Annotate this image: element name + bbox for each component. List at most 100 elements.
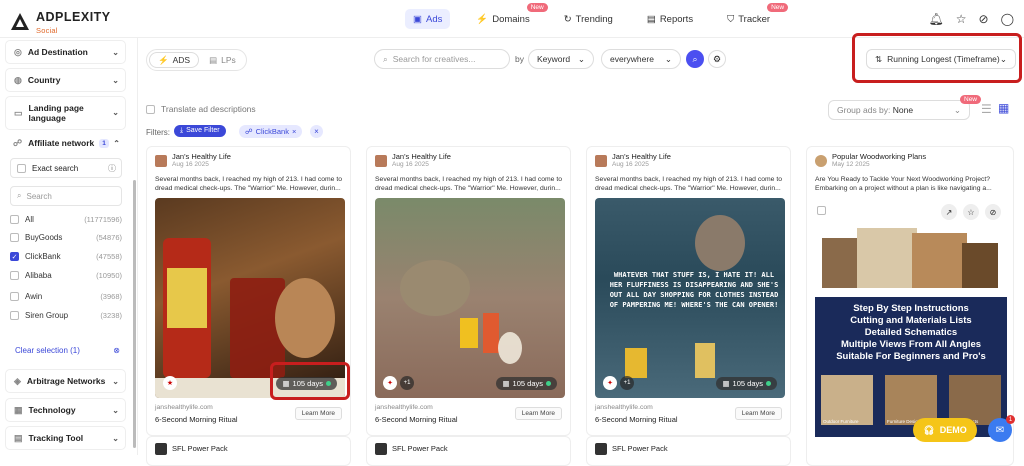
tracking-icon: ▤ bbox=[14, 432, 23, 443]
ad-url: janshealthylife.com bbox=[595, 404, 653, 411]
logo-icon bbox=[11, 12, 29, 30]
section-affiliate-network[interactable]: ☍ Affiliate network 1 ⌃ bbox=[5, 131, 126, 155]
tracker-icon: ⛉ bbox=[727, 13, 735, 25]
main-nav: ▣ Ads ⚡ Domains New ↻ Trending ▤ Reports ⛉ Tra… bbox=[405, 3, 796, 29]
save-icon: ⤓ bbox=[180, 127, 184, 134]
keyword-select[interactable]: Keyword ⌄ bbox=[528, 49, 594, 69]
section-ad-destination[interactable]: ◎ Ad Destination ⌄ bbox=[5, 40, 126, 64]
block-icon[interactable]: ⊘ bbox=[979, 12, 989, 26]
star-icon[interactable]: ☆ bbox=[956, 12, 967, 26]
globe-icon: ◍ bbox=[14, 74, 22, 85]
calendar-icon: ▦ bbox=[722, 379, 730, 388]
nav-domains[interactable]: ⚡ Domains New bbox=[468, 3, 548, 29]
nav-trending[interactable]: ↻ Trending bbox=[556, 9, 621, 29]
translate-toggle[interactable]: Translate ad descriptions bbox=[146, 104, 256, 114]
bell-icon[interactable]: 🔔︎ bbox=[929, 12, 944, 26]
network-option[interactable]: BuyGoods (54876) bbox=[10, 233, 122, 242]
calendar-icon: ▦ bbox=[502, 379, 510, 388]
network-option[interactable]: Awin (3968) bbox=[10, 292, 122, 301]
list-view-icon[interactable]: ☰ bbox=[981, 102, 992, 116]
ad-text: Several months back, I reached my high o… bbox=[375, 176, 563, 192]
domains-icon: ⚡ bbox=[476, 13, 489, 25]
more-countries-badge: +1 bbox=[400, 376, 414, 390]
network-option[interactable]: Alibaba (10950) bbox=[10, 271, 122, 280]
more-countries-badge: +1 bbox=[620, 376, 634, 390]
group-by-select[interactable]: Group ads by: None ⌄ bbox=[828, 100, 970, 120]
sort-highlight bbox=[852, 33, 1022, 83]
filters-label: Filters: bbox=[146, 128, 170, 137]
close-icon[interactable]: × bbox=[292, 127, 296, 136]
ad-text: Several months back, I reached my high o… bbox=[155, 176, 343, 192]
product-image bbox=[817, 223, 1003, 295]
page-icon: ▤ bbox=[209, 54, 218, 65]
nav-ads[interactable]: ▣ Ads bbox=[405, 9, 451, 29]
network-option[interactable]: ✓ ClickBank (47558) bbox=[10, 252, 122, 261]
share-icon[interactable]: ↗ bbox=[941, 204, 957, 220]
section-technology[interactable]: ▦ Technology ⌄ bbox=[5, 398, 126, 422]
new-badge: New bbox=[960, 95, 982, 104]
trending-icon: ↻ bbox=[563, 13, 572, 25]
section-language[interactable]: ▭ Landing page language ⌄ bbox=[5, 96, 126, 130]
learn-more-button[interactable]: Learn More bbox=[514, 407, 562, 420]
running-days-badge: ▦ 105 days bbox=[716, 377, 777, 390]
chat-button[interactable]: ✉ 1 bbox=[988, 415, 1015, 442]
user-icon[interactable]: ◯ bbox=[1001, 12, 1014, 26]
chevron-down-icon: ⌄ bbox=[112, 433, 119, 443]
check-icon: ✓ bbox=[10, 252, 19, 261]
section-tracking-tool[interactable]: ▤ Tracking Tool ⌄ bbox=[5, 426, 126, 450]
creative-search-input[interactable]: ⌕ Search for creatives... bbox=[374, 49, 510, 69]
save-filter-button[interactable]: ⤓ Save Filter bbox=[174, 125, 226, 137]
ad-card[interactable]: SFL Power Pack bbox=[586, 436, 791, 466]
filter-chip[interactable]: ☍ ClickBank × bbox=[239, 125, 303, 138]
sliders-icon: ⚙ bbox=[712, 53, 722, 64]
ad-image[interactable]: ✦ +1 ▦ 105 days bbox=[375, 198, 565, 398]
ad-card[interactable]: SFL Power Pack bbox=[366, 436, 571, 466]
learn-more-button[interactable]: Learn More bbox=[734, 407, 782, 420]
select-checkbox[interactable] bbox=[817, 202, 832, 220]
section-arbitrage[interactable]: ◈ Arbitrage Networks ⌄ bbox=[5, 369, 126, 393]
avatar bbox=[375, 154, 387, 167]
nav-tracker[interactable]: ⛉ Tracker New bbox=[719, 3, 789, 29]
chat-icon: ✉ bbox=[995, 424, 1005, 436]
search-icon: ⌕ bbox=[17, 191, 22, 200]
ad-card[interactable]: SFL Power Pack bbox=[146, 436, 351, 466]
clear-selection-link[interactable]: Clear selection (1) ⊗ bbox=[15, 346, 120, 355]
search-button[interactable]: ⌕ bbox=[686, 50, 704, 68]
ad-card[interactable]: Jan's Healthy Life Aug 16 2025 Several mo… bbox=[586, 146, 791, 436]
ad-image[interactable]: WHATEVER THAT STUFF IS, I HATE IT! ALL H… bbox=[595, 198, 785, 398]
demo-button[interactable]: 🎧︎ DEMO bbox=[913, 418, 977, 442]
ad-card[interactable]: Popular Woodworking Plans May 12 2025 Are… bbox=[806, 146, 1014, 466]
ads-icon: ▣ bbox=[413, 13, 422, 25]
chevron-down-icon: ⌄ bbox=[112, 47, 119, 57]
exact-search-toggle[interactable]: Exact search ⓘ bbox=[10, 158, 122, 178]
network-option[interactable]: All (11771596) bbox=[10, 215, 122, 224]
network-search-input[interactable]: ⌕ Search bbox=[10, 186, 122, 206]
network-option[interactable]: Siren Group (3238) bbox=[10, 311, 122, 320]
clear-filters-button[interactable]: × bbox=[310, 125, 323, 138]
tab-lps[interactable]: ▤ LPs bbox=[201, 52, 244, 68]
close-circle-icon: ⊗ bbox=[113, 346, 120, 355]
us-flag-icon: ★ bbox=[163, 376, 177, 390]
tab-ads[interactable]: ⚡ ADS bbox=[149, 52, 200, 68]
hide-icon[interactable]: ⊘ bbox=[985, 204, 1001, 220]
learn-more-button[interactable]: Learn More bbox=[294, 407, 342, 420]
info-icon: ⓘ bbox=[108, 163, 116, 173]
sidebar-scrollbar[interactable] bbox=[133, 180, 136, 448]
chevron-down-icon: ⌄ bbox=[112, 405, 119, 415]
meme-caption: WHATEVER THAT STUFF IS, I HATE IT! ALL H… bbox=[609, 271, 779, 309]
where-select[interactable]: everywhere ⌄ bbox=[601, 49, 681, 69]
brand-logo[interactable]: ADPLEXITY Social bbox=[10, 8, 111, 35]
star-icon[interactable]: ☆ bbox=[963, 204, 979, 220]
chevron-down-icon: ⌄ bbox=[953, 104, 961, 115]
new-badge: New bbox=[526, 3, 548, 12]
brand-name: ADPLEXITY bbox=[36, 10, 111, 24]
ad-url: janshealthylife.com bbox=[375, 404, 433, 411]
grid-view-icon[interactable]: ▦ bbox=[998, 101, 1009, 115]
ad-card[interactable]: Jan's Healthy Life Aug 16 2025 Several mo… bbox=[366, 146, 571, 436]
filter-settings-button[interactable]: ⚙ bbox=[708, 50, 726, 68]
count-badge: 1 bbox=[99, 138, 109, 148]
nav-reports[interactable]: ▤ Reports bbox=[639, 9, 701, 29]
main-content: ⚡ ADS ▤ LPs ⌕ Search for creatives... by Ke… bbox=[138, 33, 1024, 466]
avatar bbox=[595, 154, 607, 167]
section-country[interactable]: ◍ Country ⌄ bbox=[5, 68, 126, 92]
